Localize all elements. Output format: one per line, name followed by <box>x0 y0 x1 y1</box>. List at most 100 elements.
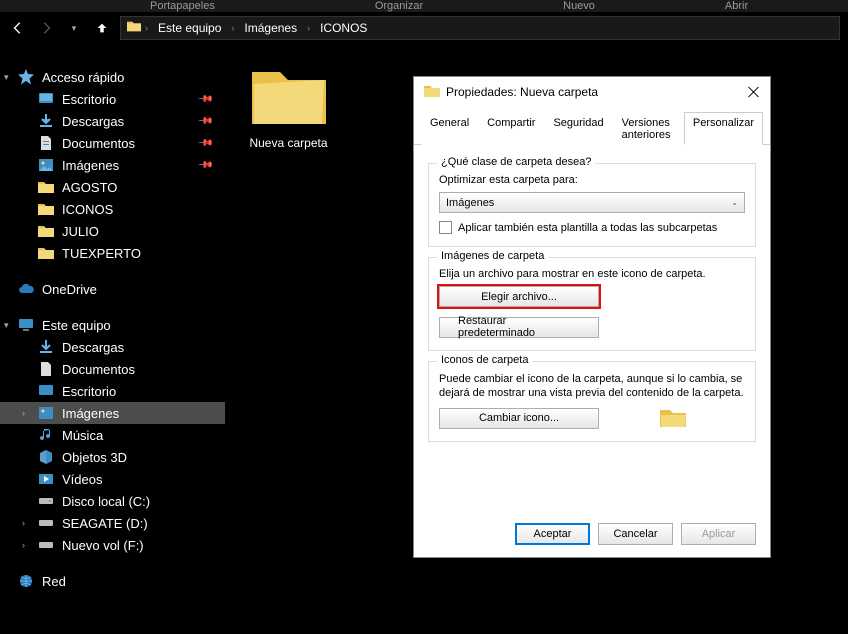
sidebar-item-label: JULIO <box>62 224 99 239</box>
sidebar-item-label: Acceso rápido <box>42 70 124 85</box>
sidebar-pc-videos[interactable]: Vídeos <box>0 468 225 490</box>
sidebar-item-label: OneDrive <box>42 282 97 297</box>
drive-icon <box>38 537 54 553</box>
sidebar-item-label: Nuevo vol (F:) <box>62 538 144 553</box>
desktop-icon <box>38 91 54 107</box>
sidebar-item-label: TUEXPERTO <box>62 246 141 261</box>
sidebar-pc-musica[interactable]: Música <box>0 424 225 446</box>
sidebar-item-imagenes[interactable]: Imágenes📌 <box>0 154 225 176</box>
group-folder-type: ¿Qué clase de carpeta desea? Optimizar e… <box>428 163 756 247</box>
chevron-right-icon: › <box>307 23 310 33</box>
apply-subfolders-checkbox[interactable]: Aplicar también esta plantilla a todas l… <box>439 221 745 234</box>
sidebar-pc-escritorio[interactable]: Escritorio <box>0 380 225 402</box>
pin-icon: 📌 <box>196 91 213 108</box>
sidebar-item-escritorio[interactable]: Escritorio 📌 <box>0 88 225 110</box>
folder-item[interactable]: Nueva carpeta <box>241 62 336 150</box>
pictures-icon <box>38 157 54 173</box>
network-icon <box>18 573 34 589</box>
group-folder-icons: Iconos de carpeta Puede cambiar el icono… <box>428 361 756 443</box>
sidebar-pc-documentos[interactable]: Documentos <box>0 358 225 380</box>
forward-button[interactable] <box>36 18 56 38</box>
document-icon <box>38 361 54 377</box>
apply-button[interactable]: Aplicar <box>681 523 756 545</box>
navigation-tree: ▾ Acceso rápido Escritorio📌 Descargas📌 D… <box>0 44 225 634</box>
sidebar-item-label: Música <box>62 428 103 443</box>
sidebar-item-label: AGOSTO <box>62 180 117 195</box>
desktop-icon <box>38 383 54 399</box>
cancel-button[interactable]: Cancelar <box>598 523 673 545</box>
chevron-right-icon: › <box>22 540 25 550</box>
sidebar-item-label: Disco local (C:) <box>62 494 150 509</box>
group-description: Elija un archivo para mostrar en este ic… <box>439 268 745 280</box>
folder-icon <box>127 19 141 38</box>
sidebar-item-label: Objetos 3D <box>62 450 127 465</box>
sidebar-pc-nuevo-vol[interactable]: › Nuevo vol (F:) <box>0 534 225 556</box>
choose-file-button[interactable]: Elegir archivo... <box>439 286 599 307</box>
tab-general[interactable]: General <box>421 112 478 145</box>
recent-dropdown[interactable]: ▾ <box>64 18 84 38</box>
back-button[interactable] <box>8 18 28 38</box>
sidebar-item-label: Imágenes <box>62 406 119 421</box>
ribbon-hints: Portapapeles Organizar Nuevo Abrir <box>0 0 848 12</box>
folder-icon <box>38 201 54 217</box>
sidebar-network[interactable]: Red <box>0 570 225 592</box>
sidebar-pc-imagenes[interactable]: ›Imágenes <box>0 402 225 424</box>
tab-compartir[interactable]: Compartir <box>478 112 544 145</box>
sidebar-this-pc[interactable]: ▾ Este equipo <box>0 314 225 336</box>
sidebar-pc-objetos3d[interactable]: Objetos 3D <box>0 446 225 468</box>
sidebar-item-tuexperto[interactable]: TUEXPERTO <box>0 242 225 264</box>
breadcrumb-images[interactable]: Imágenes <box>238 21 303 35</box>
drive-icon <box>38 493 54 509</box>
ribbon-portapapeles: Portapapeles <box>0 0 295 12</box>
close-button[interactable] <box>746 84 762 100</box>
sidebar-item-label: Este equipo <box>42 318 111 333</box>
folder-icon <box>38 179 54 195</box>
breadcrumb-iconos[interactable]: ICONOS <box>314 21 373 35</box>
address-bar[interactable]: › Este equipo › Imágenes › ICONOS <box>120 16 840 40</box>
accept-button[interactable]: Aceptar <box>515 523 590 545</box>
tab-versiones[interactable]: Versiones anteriores <box>613 112 684 145</box>
tab-seguridad[interactable]: Seguridad <box>544 112 612 145</box>
video-icon <box>38 471 54 487</box>
checkbox-icon <box>439 221 452 234</box>
sidebar-item-agosto[interactable]: AGOSTO <box>0 176 225 198</box>
optimize-combo[interactable]: Imágenes ⌄ <box>439 192 745 213</box>
dialog-titlebar[interactable]: Propiedades: Nueva carpeta <box>414 77 770 107</box>
tab-personalizar[interactable]: Personalizar <box>684 112 763 145</box>
folder-icon <box>38 223 54 239</box>
sidebar-item-label: Vídeos <box>62 472 102 487</box>
sidebar-pc-descargas[interactable]: Descargas <box>0 336 225 358</box>
pin-icon: 📌 <box>196 157 213 174</box>
sidebar-onedrive[interactable]: OneDrive <box>0 278 225 300</box>
group-description: Puede cambiar el icono de la carpeta, au… <box>439 372 745 402</box>
sidebar-quick-access[interactable]: ▾ Acceso rápido <box>0 66 225 88</box>
ribbon-abrir: Abrir <box>655 0 818 12</box>
combo-value: Imágenes <box>446 197 494 209</box>
chevron-down-icon: ⌄ <box>731 198 738 207</box>
change-icon-button[interactable]: Cambiar icono... <box>439 408 599 429</box>
sidebar-item-label: Descargas <box>62 114 124 129</box>
chevron-down-icon: ▾ <box>4 320 9 331</box>
sidebar-item-label: Escritorio <box>62 92 116 107</box>
sidebar-item-descargas[interactable]: Descargas📌 <box>0 110 225 132</box>
group-folder-images: Imágenes de carpeta Elija un archivo par… <box>428 257 756 351</box>
optimize-label: Optimizar esta carpeta para: <box>439 174 745 186</box>
up-button[interactable] <box>92 18 112 38</box>
sidebar-item-documentos[interactable]: Documentos📌 <box>0 132 225 154</box>
group-legend: Imágenes de carpeta <box>437 250 548 262</box>
document-icon <box>38 135 54 151</box>
sidebar-pc-disco-c[interactable]: Disco local (C:) <box>0 490 225 512</box>
sidebar-pc-seagate[interactable]: ›SEAGATE (D:) <box>0 512 225 534</box>
download-icon <box>38 339 54 355</box>
pin-icon: 📌 <box>196 135 213 152</box>
checkbox-label: Aplicar también esta plantilla a todas l… <box>458 222 717 234</box>
folder-preview-icon <box>659 407 687 429</box>
sidebar-item-label: Red <box>42 574 66 589</box>
dialog-footer: Aceptar Cancelar Aplicar <box>515 523 756 545</box>
sidebar-item-label: Documentos <box>62 362 135 377</box>
sidebar-item-julio[interactable]: JULIO <box>0 220 225 242</box>
breadcrumb-root[interactable]: Este equipo <box>152 21 227 35</box>
restore-default-button[interactable]: Restaurar predeterminado <box>439 317 599 338</box>
sidebar-item-iconos[interactable]: ICONOS <box>0 198 225 220</box>
ribbon-organizar: Organizar <box>295 0 503 12</box>
